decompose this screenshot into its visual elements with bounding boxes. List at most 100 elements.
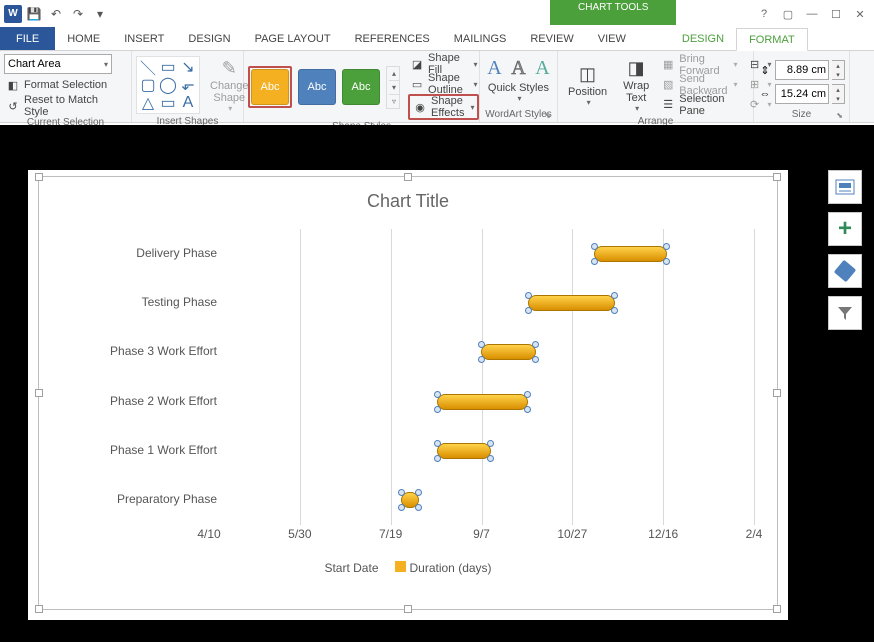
style-gallery-down[interactable]: ▾ xyxy=(389,80,399,94)
wordart-outline[interactable]: A xyxy=(507,54,531,82)
shapes-gallery[interactable]: ＼ ▭ ↘ ▢ ◯ ⬐ △ ▭ A xyxy=(136,56,200,114)
chart-title[interactable]: Chart Title xyxy=(39,191,777,212)
position-button[interactable]: ◫ Position ▾ xyxy=(562,60,613,109)
width-up[interactable]: ▴ xyxy=(832,85,844,94)
close-button[interactable]: ✕ xyxy=(852,6,868,22)
qat-undo[interactable]: ↶ xyxy=(46,4,66,24)
legend-entry-duration[interactable]: Duration (days) xyxy=(395,561,492,575)
send-backward-button[interactable]: ▧Send Backward▾ xyxy=(659,75,739,95)
qat-redo[interactable]: ↷ xyxy=(68,4,88,24)
legend-entry-startdate[interactable]: Start Date xyxy=(324,561,378,575)
tab-view[interactable]: VIEW xyxy=(586,27,638,50)
bring-forward-button[interactable]: ▦Bring Forward▾ xyxy=(659,55,739,75)
data-bar[interactable] xyxy=(437,443,492,459)
data-bar[interactable] xyxy=(481,344,536,360)
help-button[interactable]: ? xyxy=(756,6,772,22)
tab-design[interactable]: DESIGN xyxy=(176,27,242,50)
bar-handle[interactable] xyxy=(663,243,670,250)
wrap-text-button[interactable]: ◨ Wrap Text ▾ xyxy=(617,54,655,115)
maximize-button[interactable]: ☐ xyxy=(828,6,844,22)
chart-filters-button[interactable] xyxy=(828,296,862,330)
selection-pane-button[interactable]: ☰Selection Pane xyxy=(659,95,739,115)
data-bar[interactable] xyxy=(401,492,419,508)
resize-handle-s[interactable] xyxy=(404,605,412,613)
quick-styles-button[interactable]: Quick Styles ▾ xyxy=(488,82,549,103)
tab-chart-design[interactable]: DESIGN xyxy=(670,27,736,50)
shape-style-preset-2[interactable]: Abc xyxy=(298,69,336,105)
resize-handle-ne[interactable] xyxy=(773,173,781,181)
bar-handle[interactable] xyxy=(591,243,598,250)
bar-handle[interactable] xyxy=(611,307,618,314)
bar-handle[interactable] xyxy=(434,440,441,447)
resize-handle-sw[interactable] xyxy=(35,605,43,613)
resize-handle-se[interactable] xyxy=(773,605,781,613)
size-launcher[interactable]: ⬊ xyxy=(836,111,843,120)
tab-mailings[interactable]: MAILINGS xyxy=(442,27,519,50)
group-button[interactable]: ⊞▾ xyxy=(746,75,774,95)
shape-textbox-icon[interactable]: A xyxy=(179,95,197,111)
bar-handle[interactable] xyxy=(611,292,618,299)
style-gallery-more[interactable]: ▿ xyxy=(389,94,399,108)
bar-handle[interactable] xyxy=(524,406,531,413)
data-bar[interactable] xyxy=(594,246,667,262)
chart-legend[interactable]: Start Date Duration (days) xyxy=(39,561,777,575)
change-shape-button[interactable]: ✎ Change Shape ▾ xyxy=(204,54,255,115)
shape-style-preset-3[interactable]: Abc xyxy=(342,69,380,105)
tab-page-layout[interactable]: PAGE LAYOUT xyxy=(243,27,343,50)
tab-insert[interactable]: INSERT xyxy=(112,27,176,50)
shape-rect-icon[interactable]: ▭ xyxy=(159,59,177,75)
resize-handle-e[interactable] xyxy=(773,389,781,397)
data-bar[interactable] xyxy=(528,295,615,311)
data-bar[interactable] xyxy=(437,394,528,410)
shape-fill-button[interactable]: ◪ Shape Fill ▾ xyxy=(408,54,479,74)
bar-handle[interactable] xyxy=(434,406,441,413)
qat-save[interactable]: 💾 xyxy=(24,4,44,24)
wordart-effects[interactable]: A xyxy=(531,54,555,82)
bar-handle[interactable] xyxy=(591,258,598,265)
bar-handle[interactable] xyxy=(525,307,532,314)
resize-handle-nw[interactable] xyxy=(35,173,43,181)
shape-width-input[interactable] xyxy=(775,84,829,104)
tab-chart-format[interactable]: FORMAT xyxy=(736,28,808,51)
shape-connector-icon[interactable]: ⬐ xyxy=(179,77,197,93)
bar-handle[interactable] xyxy=(398,489,405,496)
shape-outline-button[interactable]: ▭ Shape Outline ▾ xyxy=(408,74,479,94)
tab-review[interactable]: REVIEW xyxy=(518,27,585,50)
wordart-fill[interactable]: A xyxy=(483,54,507,82)
style-gallery-up[interactable]: ▴ xyxy=(389,67,399,80)
shape-line-icon[interactable]: ＼ xyxy=(139,59,157,75)
height-down[interactable]: ▾ xyxy=(832,70,844,79)
tab-home[interactable]: HOME xyxy=(55,27,112,50)
shape-height-input[interactable] xyxy=(775,60,829,80)
chart-elements-button[interactable]: + xyxy=(828,212,862,246)
bar-handle[interactable] xyxy=(478,341,485,348)
wordart-launcher[interactable]: ⬊ xyxy=(544,111,551,120)
chart-element-selector[interactable]: Chart Area ▾ xyxy=(4,54,112,74)
bar-handle[interactable] xyxy=(663,258,670,265)
width-down[interactable]: ▾ xyxy=(832,94,844,103)
shape-triangle-icon[interactable]: △ xyxy=(139,95,157,111)
height-up[interactable]: ▴ xyxy=(832,61,844,70)
bar-handle[interactable] xyxy=(524,391,531,398)
chart-object[interactable]: Chart Title Start Date Duration (days) 4… xyxy=(28,170,788,620)
format-selection-button[interactable]: ◧ Format Selection xyxy=(4,75,127,95)
tab-file[interactable]: FILE xyxy=(0,27,55,50)
bar-handle[interactable] xyxy=(434,391,441,398)
chart-styles-button[interactable] xyxy=(828,254,862,288)
bar-handle[interactable] xyxy=(525,292,532,299)
ribbon-options-button[interactable]: ▢ xyxy=(780,6,796,22)
chart-layout-button[interactable] xyxy=(828,170,862,204)
plot-area[interactable] xyxy=(209,229,752,523)
shape-rect2-icon[interactable]: ▢ xyxy=(139,77,157,93)
shape-rrect-icon[interactable]: ▭ xyxy=(159,95,177,111)
shape-arrow-icon[interactable]: ↘ xyxy=(179,59,197,75)
shape-oval-icon[interactable]: ◯ xyxy=(159,77,177,93)
bar-handle[interactable] xyxy=(434,455,441,462)
shape-style-preset-1[interactable]: Abc xyxy=(251,69,289,105)
shape-effects-button[interactable]: ◉ Shape Effects ▾ xyxy=(411,97,476,117)
tab-references[interactable]: REFERENCES xyxy=(343,27,442,50)
resize-handle-n[interactable] xyxy=(404,173,412,181)
minimize-button[interactable]: — xyxy=(804,6,820,22)
qat-customize[interactable]: ▾ xyxy=(90,4,110,24)
reset-style-button[interactable]: ↺ Reset to Match Style xyxy=(4,96,127,116)
